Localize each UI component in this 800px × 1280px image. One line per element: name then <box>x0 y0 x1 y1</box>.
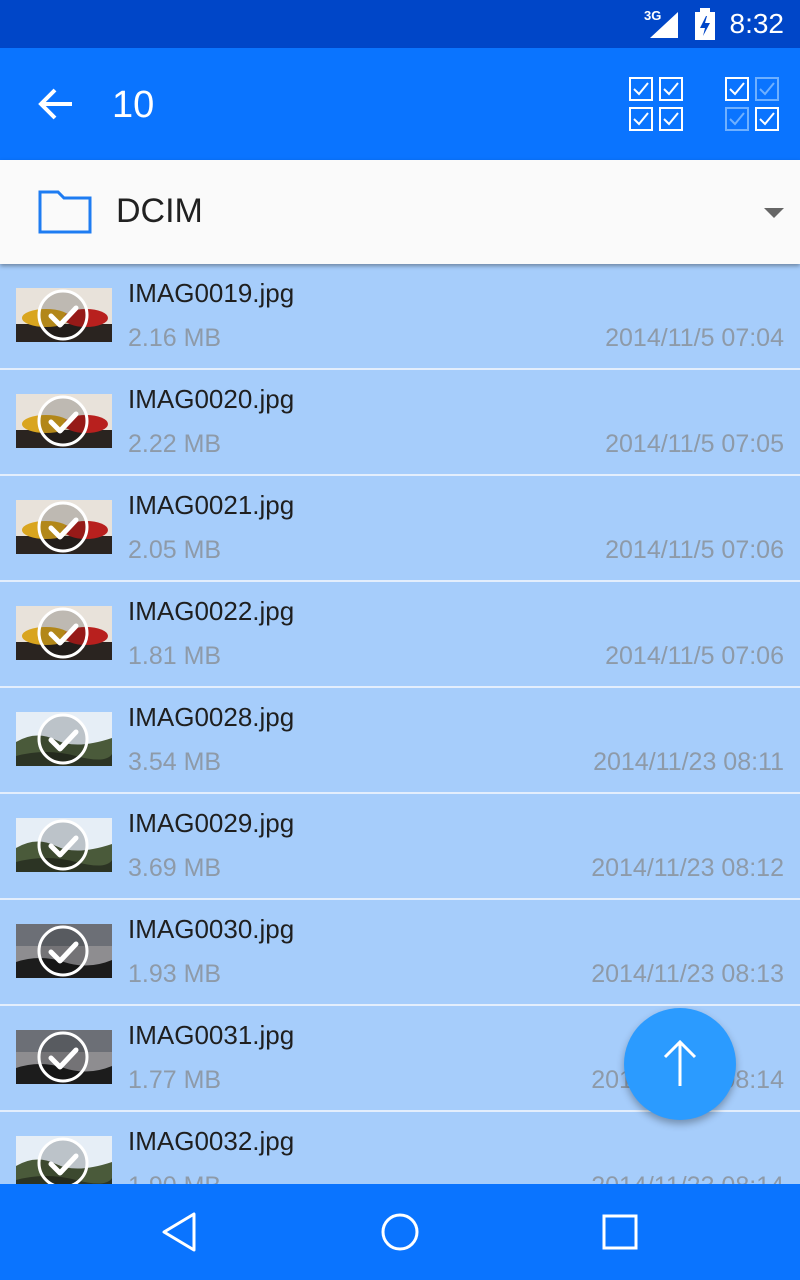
select-all-icon[interactable] <box>626 74 686 134</box>
back-arrow-icon[interactable] <box>28 76 84 132</box>
file-date: 2014/11/5 07:04 <box>605 324 784 352</box>
selected-check-icon <box>37 395 89 447</box>
file-name: IMAG0029.jpg <box>128 808 295 838</box>
file-name: IMAG0020.jpg <box>128 384 295 414</box>
file-date: 2014/11/5 07:06 <box>605 536 784 564</box>
dropdown-arrow-icon[interactable] <box>760 204 788 224</box>
file-size: 3.54 MB <box>128 748 222 776</box>
file-size: 2.22 MB <box>128 430 222 458</box>
file-date: 2014/11/5 07:06 <box>605 642 784 670</box>
selected-check-icon <box>37 819 89 871</box>
file-size: 1.77 MB <box>128 1066 222 1094</box>
file-row[interactable]: IMAG0028.jpg 3.54 MB 2014/11/23 08:11 <box>0 688 800 794</box>
file-row[interactable]: IMAG0029.jpg 3.69 MB 2014/11/23 08:12 <box>0 794 800 900</box>
file-size: 1.93 MB <box>128 960 222 988</box>
app-bar: 10 <box>0 48 800 160</box>
battery-charging-icon <box>695 8 715 40</box>
nav-recents-icon[interactable] <box>596 1208 644 1256</box>
clock: 8:32 <box>729 8 785 39</box>
signal-icon <box>650 12 678 38</box>
selected-check-icon <box>37 1031 89 1083</box>
file-date: 2014/11/23 08:12 <box>591 854 784 882</box>
selected-check-icon <box>37 713 89 765</box>
file-name: IMAG0032.jpg <box>128 1126 295 1156</box>
file-name: IMAG0019.jpg <box>128 278 295 308</box>
file-size: 1.90 MB <box>128 1170 221 1184</box>
nav-home-icon[interactable] <box>376 1208 424 1256</box>
file-date: 2014/11/23 08:11 <box>593 748 784 776</box>
selected-check-icon <box>37 1137 89 1184</box>
file-name: IMAG0031.jpg <box>128 1020 295 1050</box>
file-row[interactable]: IMAG0020.jpg 2.22 MB 2014/11/5 07:05 <box>0 370 800 476</box>
file-size: 3.69 MB <box>128 854 222 882</box>
file-name: IMAG0030.jpg <box>128 914 295 944</box>
file-date: 2014/11/23 08:14 <box>591 1170 784 1184</box>
file-row[interactable]: IMAG0030.jpg 1.93 MB 2014/11/23 08:13 <box>0 900 800 1006</box>
selected-count: 10 <box>112 84 155 126</box>
file-name: IMAG0021.jpg <box>128 490 295 520</box>
folder-name: DCIM <box>116 192 203 230</box>
folder-selector[interactable]: DCIM <box>0 160 800 264</box>
arrow-up-icon <box>663 1039 697 1086</box>
file-row[interactable]: IMAG0022.jpg 1.81 MB 2014/11/5 07:06 <box>0 582 800 688</box>
file-date: 2014/11/23 08:13 <box>591 960 784 988</box>
file-size: 1.81 MB <box>128 642 222 670</box>
file-name: IMAG0028.jpg <box>128 702 295 732</box>
invert-selection-icon[interactable] <box>722 74 782 134</box>
navigation-bar <box>0 1184 800 1280</box>
nav-back-icon[interactable] <box>156 1208 204 1256</box>
file-date: 2014/11/5 07:05 <box>605 430 784 458</box>
file-row[interactable]: IMAG0032.jpg 1.90 MB 2014/11/23 08:14 <box>0 1112 800 1184</box>
selected-check-icon <box>37 501 89 553</box>
file-row[interactable]: IMAG0019.jpg 2.16 MB 2014/11/5 07:04 <box>0 264 800 370</box>
file-row[interactable]: IMAG0021.jpg 2.05 MB 2014/11/5 07:06 <box>0 476 800 582</box>
file-name: IMAG0022.jpg <box>128 596 295 626</box>
folder-icon <box>38 190 92 234</box>
file-size: 2.05 MB <box>128 536 222 564</box>
selected-check-icon <box>37 925 89 977</box>
selected-check-icon <box>37 607 89 659</box>
scroll-to-top-button[interactable] <box>624 1008 736 1120</box>
selected-check-icon <box>37 289 89 341</box>
status-bar: 3G 8:32 <box>0 0 800 48</box>
file-size: 2.16 MB <box>128 324 222 352</box>
